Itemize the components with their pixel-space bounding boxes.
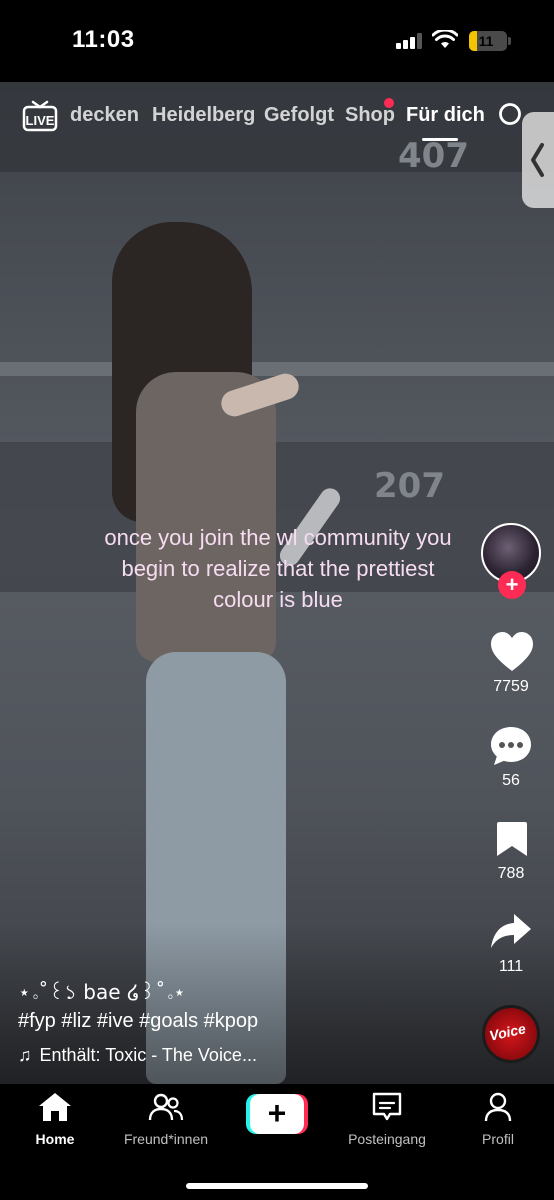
top-feed-tabs: LIVE decken Heidelberg Gefolgt Shop Für … — [0, 92, 554, 142]
nav-friends[interactable]: Freund*innen — [111, 1092, 221, 1147]
tab-fuer-dich[interactable]: Für dich — [406, 104, 485, 127]
nav-inbox-label: Posteingang — [348, 1131, 426, 1147]
creator-username[interactable]: ⋆｡˚꒰১ bae ໒꒱˚｡⋆ — [18, 978, 186, 1011]
battery-level: 11 — [478, 33, 494, 49]
home-icon — [39, 1093, 71, 1121]
tab-heidelberg[interactable]: Heidelberg — [152, 104, 255, 127]
performer-top — [136, 372, 276, 662]
bookmark-count: 788 — [497, 865, 525, 882]
friends-icon — [148, 1093, 184, 1121]
side-panel-handle[interactable] — [522, 112, 554, 208]
share-icon[interactable] — [490, 912, 532, 950]
bookmark-icon[interactable] — [496, 820, 528, 858]
follow-button[interactable]: + — [498, 571, 526, 599]
sound-title: Enthält: Toxic - The Voice... — [39, 1045, 257, 1065]
nav-profile[interactable]: Profil — [443, 1092, 553, 1147]
post-hashtags[interactable]: #fyp #liz #ive #goals #kpop — [18, 1010, 258, 1033]
video-caption: once you join the wl community you begin… — [104, 525, 452, 612]
music-disc-label: Voice — [487, 1020, 528, 1044]
cellular-signal-icon — [396, 33, 424, 49]
svg-text:LIVE: LIVE — [26, 113, 55, 128]
nav-home[interactable]: Home — [0, 1092, 110, 1147]
tab-entdecken[interactable]: decken — [70, 104, 139, 127]
wifi-icon — [432, 30, 458, 48]
inbox-icon — [372, 1092, 402, 1121]
home-indicator — [186, 1183, 368, 1189]
comment-icon[interactable] — [489, 725, 533, 767]
section-number: 407 — [398, 136, 469, 176]
battery-nub — [508, 37, 511, 45]
music-note-icon: ♫ — [18, 1045, 32, 1065]
nav-home-label: Home — [35, 1131, 75, 1147]
active-tab-indicator — [422, 138, 458, 141]
chevron-left-icon — [531, 143, 544, 177]
stadium-railing — [0, 362, 554, 376]
tab-gefolgt[interactable]: Gefolgt — [264, 104, 334, 127]
battery-icon: 11 — [469, 31, 507, 51]
create-button[interactable]: + — [246, 1094, 308, 1134]
comment-count: 56 — [502, 772, 520, 789]
sound-info[interactable]: ♫ Enthält: Toxic - The Voice... — [18, 1045, 257, 1066]
nav-friends-label: Freund*innen — [123, 1131, 209, 1147]
shop-notification-dot — [384, 98, 394, 108]
music-disc[interactable]: Voice — [482, 1005, 540, 1063]
status-bar: 11:03 11 — [0, 0, 554, 82]
status-time: 11:03 — [72, 26, 135, 53]
search-icon[interactable] — [498, 102, 524, 128]
live-icon[interactable]: LIVE — [22, 98, 58, 132]
like-count: 7759 — [493, 678, 529, 695]
heart-icon[interactable] — [489, 631, 535, 673]
profile-icon — [484, 1092, 512, 1122]
section-number: 207 — [374, 466, 445, 506]
nav-inbox[interactable]: Posteingang — [332, 1092, 442, 1147]
nav-profile-label: Profil — [482, 1131, 514, 1147]
plus-icon: + — [250, 1094, 304, 1134]
share-count: 111 — [498, 958, 524, 975]
